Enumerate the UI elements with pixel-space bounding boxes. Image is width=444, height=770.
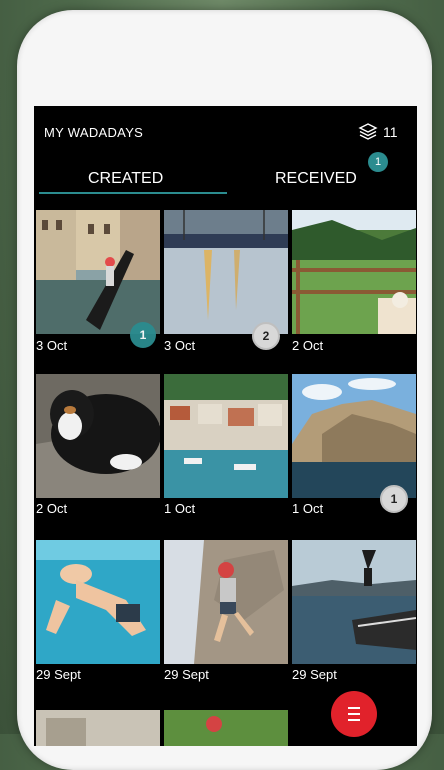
wadaday-tile-partial[interactable] [164, 710, 288, 746]
tile-date: 3 Oct [164, 338, 196, 353]
stack-count: 11 [383, 124, 398, 140]
menu-icon [348, 707, 360, 709]
wadaday-tile-dog[interactable] [36, 374, 160, 498]
climber-photo [164, 540, 288, 664]
balcony-photo [292, 210, 416, 334]
share-count-badge: 1 [380, 485, 408, 513]
tab-created[interactable]: CREATED [88, 170, 163, 188]
active-tab-indicator [39, 192, 227, 194]
tile-date: 29 Sept [164, 667, 209, 682]
app-screen: MY WADADAYS 11 CREATED RECEIVED 1 3 Oct … [34, 106, 417, 746]
partial-photo [164, 710, 288, 746]
wadaday-tile-harbor[interactable] [164, 210, 288, 334]
wadaday-tile-jump[interactable] [292, 540, 416, 664]
stack-icon[interactable] [358, 122, 378, 142]
boat-jump-photo [292, 540, 416, 664]
top-bar: MY WADADAYS 11 [34, 106, 417, 156]
received-count-badge: 1 [368, 152, 388, 172]
swimmer-photo [36, 540, 160, 664]
tab-received[interactable]: RECEIVED [275, 170, 357, 188]
cliff-photo [292, 374, 416, 498]
tile-date: 1 Oct [164, 501, 196, 516]
tile-date: 29 Sept [36, 667, 81, 682]
wadaday-tile-town[interactable] [164, 374, 288, 498]
tile-date: 1 Oct [292, 501, 324, 516]
share-count-badge: 1 [130, 322, 156, 348]
wadaday-tile-venice[interactable] [36, 210, 160, 334]
share-count-badge: 2 [252, 322, 280, 350]
harbor-photo [164, 210, 288, 334]
dog-photo [36, 374, 160, 498]
app-title: MY WADADAYS [44, 125, 144, 140]
menu-icon [348, 719, 360, 721]
menu-fab-button[interactable] [331, 691, 377, 737]
coastal-town-photo [164, 374, 288, 498]
wadaday-tile-partial[interactable] [36, 710, 160, 746]
gondola-photo [36, 210, 160, 334]
tile-date: 2 Oct [292, 338, 324, 353]
tile-date: 3 Oct [36, 338, 68, 353]
menu-icon [348, 713, 360, 715]
wadaday-tile-cliff[interactable] [292, 374, 416, 498]
wadaday-tile-swimmer[interactable] [36, 540, 160, 664]
wadaday-tile-balcony[interactable] [292, 210, 416, 334]
tile-date: 2 Oct [36, 501, 68, 516]
tile-date: 29 Sept [292, 667, 337, 682]
wadaday-tile-climber[interactable] [164, 540, 288, 664]
partial-photo [36, 710, 160, 746]
